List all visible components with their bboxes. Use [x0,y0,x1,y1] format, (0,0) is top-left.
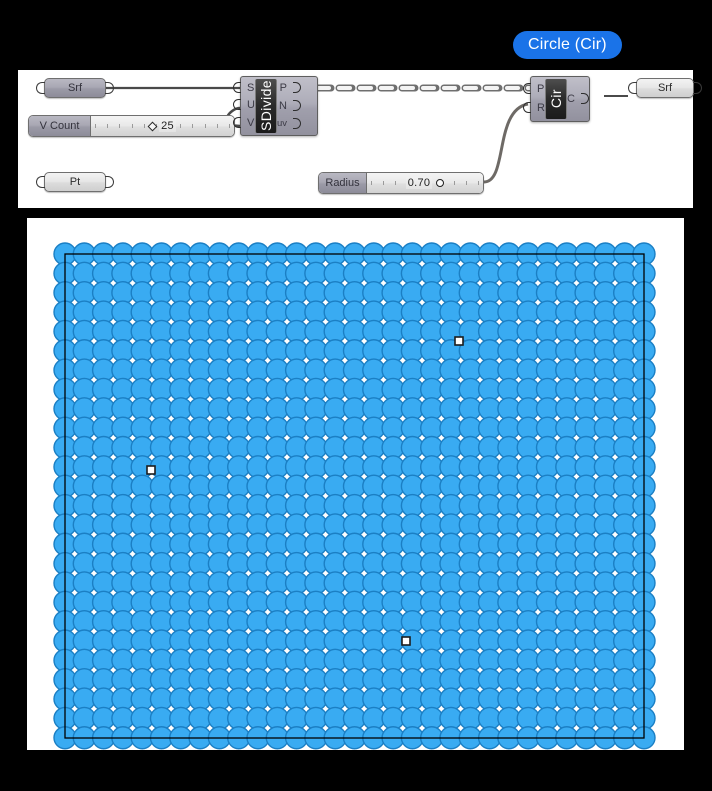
srf-input-label: Srf [67,82,83,94]
sdivide-output-n-nub[interactable] [293,100,301,112]
sdivide-output-uv-nub[interactable] [293,118,301,130]
screenshot-root: Circle (Cir) Srf Pt Srf V Count 25 Radiu… [0,0,712,791]
v-count-slider-handle[interactable] [147,121,158,131]
circle-output-c-label: C [566,92,575,105]
circle-input-p-nub[interactable] [523,83,531,94]
rhino-viewport[interactable] [27,218,684,750]
viewport-geometry [53,242,656,750]
grasshopper-node-canvas[interactable]: Srf Pt Srf V Count 25 Radius 0.70 S U V … [18,70,702,208]
sdivide-input-u-nub[interactable] [233,99,241,111]
v-count-slider-track[interactable]: 25 [91,116,234,136]
point-marker-3[interactable] [401,636,411,646]
component-tooltip-badge: Circle (Cir) [513,31,622,59]
circle-title-text: Cir [547,89,564,109]
srf-input-param[interactable]: Srf [36,78,114,98]
point-marker-2[interactable] [454,336,464,346]
sdivide-input-s-nub[interactable] [233,82,241,94]
sdivide-output-p-label: P [279,82,287,95]
srf-output-label: Srf [657,82,673,94]
circle-output-c-nub[interactable] [580,92,589,104]
srf-input-nub-left[interactable] [36,82,45,94]
sdivide-input-v[interactable]: V [233,116,255,129]
circle-component[interactable]: P R Cir C [523,76,590,122]
v-count-slider[interactable]: V Count 25 [28,115,235,137]
sdivide-input-v-label: V [247,116,255,129]
radius-slider-label: Radius [319,173,367,193]
circle-input-r-label: R [537,102,545,114]
circle-input-p[interactable]: P [523,83,545,95]
sdivide-input-s-label: S [247,82,255,95]
pt-input-param[interactable]: Pt [36,172,114,192]
srf-output-param[interactable]: Srf [628,78,702,98]
radius-slider[interactable]: Radius 0.70 [318,172,484,194]
sdivide-inputs: S U V [233,77,255,135]
sdivide-output-uv[interactable]: uv [276,118,301,130]
sdivide-input-u-label: U [247,99,255,112]
pt-input-label: Pt [69,176,81,188]
wire-radius-to-r [483,102,529,184]
sdivide-output-p-nub[interactable] [293,82,301,94]
sdivide-title-text: SDivide [257,80,274,132]
circle-inputs: P R [523,77,545,121]
circle-grid [53,242,656,750]
sdivide-output-uv-label: uv [276,118,287,130]
sdivide-output-p[interactable]: P [279,82,301,95]
pt-input-nub-left[interactable] [36,176,45,188]
sdivide-input-u[interactable]: U [233,99,255,112]
circle-output-c[interactable]: C [566,92,589,105]
sdivide-title[interactable]: SDivide [254,79,277,133]
circle-title[interactable]: Cir [544,79,567,119]
sdivide-output-n[interactable]: N [279,100,301,113]
srf-output-nub-right[interactable] [693,82,702,94]
radius-slider-nub-right[interactable] [483,178,484,190]
v-count-slider-label: V Count [29,116,91,136]
circle-outputs: C [566,77,589,121]
circle-input-r[interactable]: R [523,102,545,114]
sdivide-component[interactable]: S U V SDivide P N uv [233,76,318,136]
circle-input-r-nub[interactable] [523,102,531,113]
srf-output-nub-left[interactable] [628,82,637,94]
point-marker-1[interactable] [146,465,156,475]
sdivide-output-n-label: N [279,100,287,113]
circle-input-p-label: P [537,83,545,95]
sdivide-input-v-nub[interactable] [233,116,241,128]
radius-slider-handle[interactable] [436,179,445,187]
sdivide-input-s[interactable]: S [233,82,255,95]
radius-slider-value: 0.70 [405,177,433,189]
radius-slider-track[interactable]: 0.70 [367,173,483,193]
sdivide-outputs: P N uv [276,77,301,135]
v-count-slider-value: 25 [159,120,176,132]
